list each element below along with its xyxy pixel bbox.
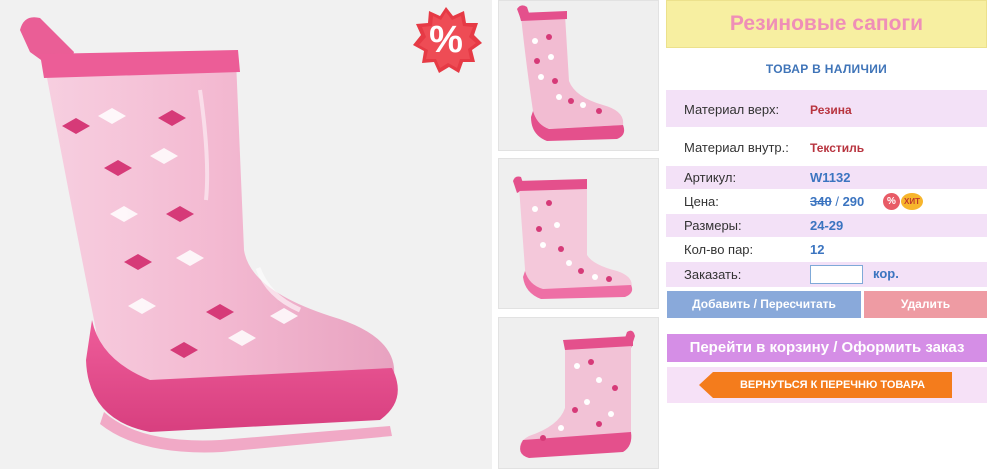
row-sizes: Размеры: 24-29 [666, 214, 987, 237]
stock-status: ТОВАР В НАЛИЧИИ [765, 62, 888, 76]
row-order: Заказать: кор. [666, 262, 987, 287]
back-to-list-button[interactable]: ВЕРНУТЬСЯ К ПЕРЕЧНЮ ТОВАРА [699, 372, 952, 398]
old-price: 340 [810, 194, 832, 209]
product-title: Резиновые сапоги [666, 0, 987, 48]
row-value: Текстиль [810, 141, 865, 155]
row-price: Цена: 340 / 290 % ХИТ [666, 190, 987, 213]
row-value: W1132 [810, 170, 851, 185]
back-button-label: ВЕРНУТЬСЯ К ПЕРЕЧНЮ ТОВАРА [739, 379, 926, 391]
row-label: Цена: [684, 194, 719, 209]
row-label: Заказать: [684, 267, 742, 282]
discount-starburst-icon: % [409, 6, 483, 74]
row-label: Артикул: [684, 170, 737, 185]
row-material-inner: Материал внутр.: Текстиль [666, 128, 987, 165]
price-value: 340 / 290 [810, 194, 864, 209]
hit-badge-icon: ХИТ [901, 193, 923, 210]
order-unit: кор. [873, 266, 899, 281]
product-page: % Резиновые сапоги ТОВАР В НАЛИЧИИ Матер… [0, 0, 993, 469]
row-label: Размеры: [684, 218, 742, 233]
thumbnail-1[interactable] [498, 0, 659, 151]
row-label: Материал внутр.: [684, 140, 789, 155]
row-label: Кол-во пар: [684, 242, 754, 257]
row-article: Артикул: W1132 [666, 166, 987, 189]
delete-button[interactable]: Удалить [864, 291, 987, 318]
go-to-cart-button[interactable]: Перейти в корзину / Оформить заказ [667, 334, 987, 362]
row-label: Материал верх: [684, 102, 780, 117]
row-pairs: Кол-во пар: 12 [666, 238, 987, 261]
order-quantity-input[interactable] [810, 265, 863, 284]
thumbnail-2[interactable] [498, 158, 659, 309]
sale-badge-icon: % [883, 193, 900, 210]
back-button-container: ВЕРНУТЬСЯ К ПЕРЕЧНЮ ТОВАРА [667, 367, 987, 403]
price-separator: / [835, 194, 839, 209]
row-value: 12 [810, 242, 825, 257]
row-value: 24-29 [810, 218, 844, 233]
row-material-top: Материал верх: Резина [666, 90, 987, 127]
add-recalculate-button[interactable]: Добавить / Пересчитать [667, 291, 861, 318]
thumbnail-3[interactable] [498, 317, 659, 469]
row-value: Резина [810, 103, 852, 117]
current-price: 290 [842, 194, 865, 209]
discount-symbol: % [429, 19, 463, 61]
